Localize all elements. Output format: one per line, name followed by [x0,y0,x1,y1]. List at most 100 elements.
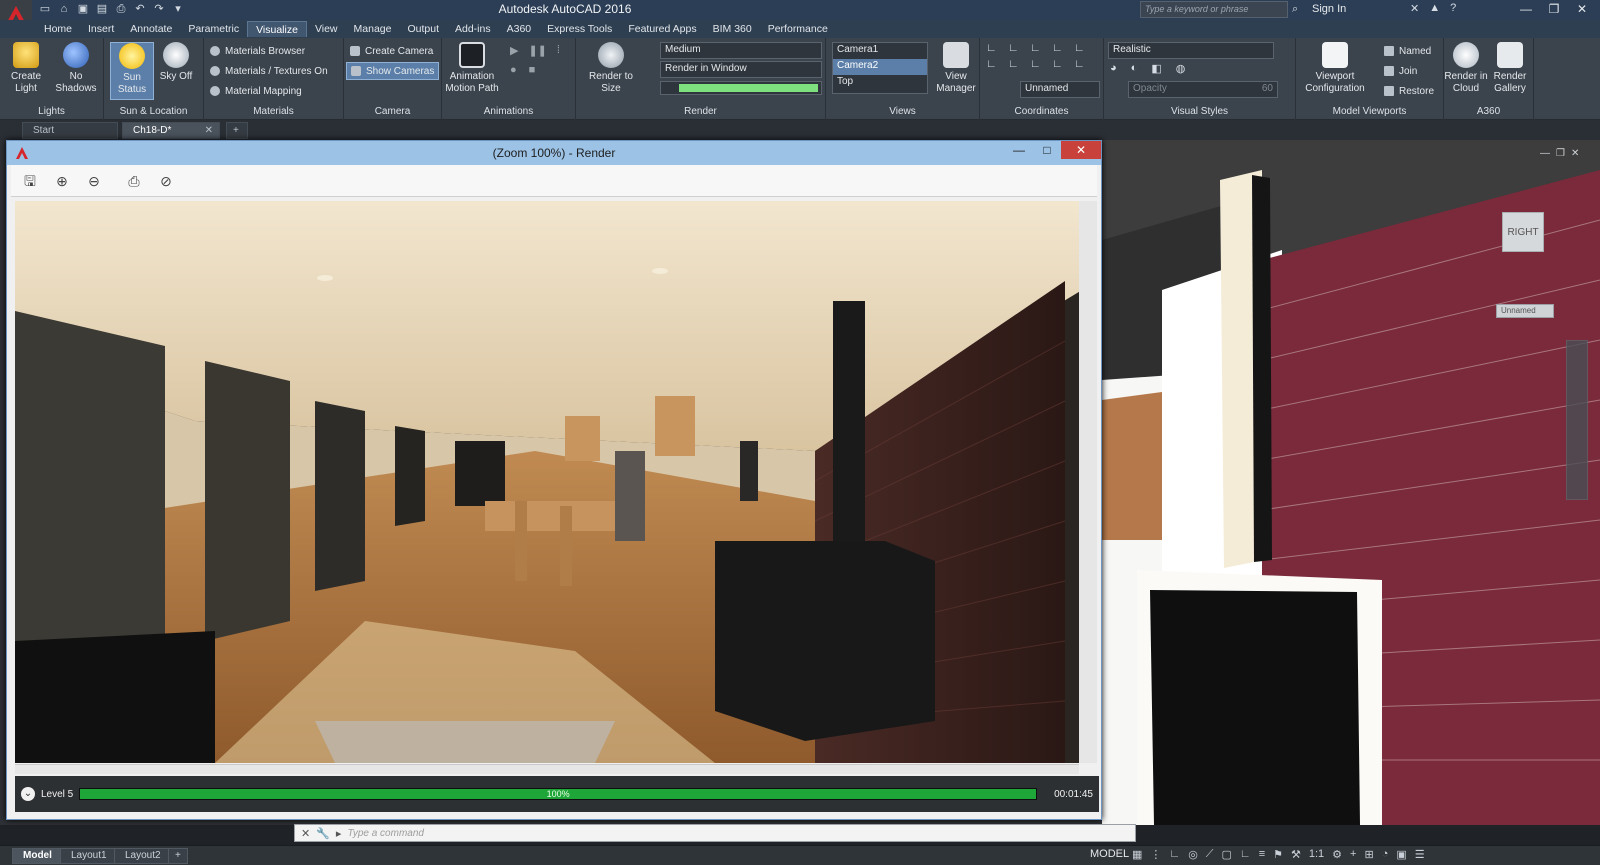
restore-icon[interactable]: ❐ [1540,0,1568,18]
exchange-icon[interactable]: ✕ [1410,2,1419,15]
units-icon[interactable]: ⊞ [1364,848,1373,861]
render-in-cloud-button[interactable]: Render in Cloud [1444,42,1488,95]
layout-tab-layout2[interactable]: Layout2 [114,848,172,864]
viewport-configuration-button[interactable]: Viewport Configuration [1300,42,1370,95]
close-tab-icon[interactable]: ✕ [205,125,213,136]
globe-icon[interactable]: ◍ [1176,62,1186,75]
create-light-button[interactable]: Create Light [4,42,48,95]
ucs-icon[interactable]: ∟ [1074,58,1092,70]
polar-icon[interactable]: ◎ [1188,848,1198,861]
sign-in-link[interactable]: Sign In [1312,3,1346,15]
visual-styles-panel-label[interactable]: Visual Styles [1104,106,1295,117]
ucs-select[interactable]: Unnamed [1020,81,1100,98]
visual-style-icon[interactable]: ◕ [1110,62,1117,75]
render-panel-label[interactable]: Render [576,106,825,117]
doc-tab-drawing[interactable]: Ch18-D* ✕ [122,122,220,139]
lights-panel-label[interactable]: Lights [0,106,103,117]
layout-tab-layout1[interactable]: Layout1 [60,848,118,864]
ucs-icon[interactable]: ∟ [986,58,1004,70]
edge-icon[interactable]: ◐ [1131,62,1138,75]
quick-properties-icon[interactable]: ◔ [1382,848,1389,861]
record-icon[interactable]: ● [510,64,517,76]
print-icon[interactable]: ⎙ [121,169,147,193]
customize-icon[interactable]: 🔧 [316,827,330,840]
a360-icon[interactable]: ▲ [1429,2,1440,15]
material-mapping-button[interactable]: Material Mapping [210,82,302,100]
add-layout-button[interactable]: + [168,848,188,864]
ribbon-tab-express-tools[interactable]: Express Tools [539,21,620,37]
customization-menu-icon[interactable]: ☰ [1415,848,1425,861]
ribbon-tab-insert[interactable]: Insert [80,21,122,37]
sun-status-button[interactable]: Sun Status [110,42,154,100]
ortho-icon[interactable]: ∟ [1169,848,1180,861]
clean-screen-icon[interactable]: ▣ [1396,848,1406,861]
render-destination-select[interactable]: Render in Window [660,61,822,78]
new-tab-button[interactable]: + [226,122,248,139]
render-quality-select[interactable]: Medium [660,42,822,59]
annotation-scale-value[interactable]: 1:1 [1309,848,1324,861]
zoom-in-icon[interactable]: ⊕ [49,169,75,193]
viewport-restore-icon[interactable]: ❐ [1556,148,1565,159]
render-gallery-button[interactable]: Render Gallery [1488,42,1532,95]
ucs-icon[interactable]: ∟ [1008,58,1026,70]
close-icon[interactable]: ✕ [1061,141,1101,159]
ucs-icon[interactable]: ∟ [1030,42,1048,54]
restore-viewports-button[interactable]: Restore [1384,82,1434,100]
join-viewports-button[interactable]: Join [1384,62,1417,80]
expand-details-icon[interactable]: ⌄ [21,787,35,801]
annotation-monitor-icon[interactable]: + [1350,848,1356,861]
save-icon[interactable]: 🖫 [17,169,43,193]
workspace-gear-icon[interactable]: ⚙ [1332,848,1342,861]
settings-icon[interactable]: ⁞ [557,44,560,57]
render-horizontal-scrollbar[interactable] [15,764,1079,774]
view-manager-button[interactable]: View Manager [934,42,978,95]
ribbon-tab-visualize[interactable]: Visualize [247,21,307,37]
viewport-close-icon[interactable]: ✕ [1571,148,1579,159]
show-cameras-button[interactable]: Show Cameras [346,62,440,80]
navigation-bar[interactable] [1566,340,1588,500]
views-list[interactable]: Camera1 Camera2 Top [832,42,928,94]
stop-icon[interactable]: ■ [529,64,536,76]
create-camera-button[interactable]: Create Camera [350,42,433,60]
ribbon-tab-add-ins[interactable]: Add-ins [447,21,499,37]
osnap-icon[interactable]: ▢ [1222,848,1232,861]
model-space-button[interactable]: MODEL [1090,848,1129,860]
pause-icon[interactable]: ❚❚ [528,44,546,57]
play-icon[interactable]: ▶ [510,44,518,57]
binoculars-icon[interactable]: ⌕ [1292,3,1298,16]
ribbon-tab-a360[interactable]: A360 [499,21,540,37]
grid-icon[interactable]: ▦ [1132,848,1142,861]
zoom-out-icon[interactable]: ⊖ [81,169,107,193]
ucs-icon[interactable]: ∟ [1074,42,1092,54]
ribbon-tab-home[interactable]: Home [36,21,80,37]
help-icon[interactable]: ? [1450,2,1456,15]
sky-off-button[interactable]: Sky Off [154,42,198,83]
ucs-icon[interactable]: ∟ [1030,58,1048,70]
command-input[interactable]: Type a command [347,828,424,839]
command-prompt-icon[interactable]: ▸ [336,827,342,840]
help-search-input[interactable]: Type a keyword or phrase [1140,1,1288,18]
ribbon-tab-view[interactable]: View [307,21,346,37]
visual-style-select[interactable]: Realistic [1108,42,1274,59]
ribbon-tab-manage[interactable]: Manage [346,21,400,37]
layout-tab-model[interactable]: Model [12,848,63,864]
command-line[interactable]: ✕ 🔧 ▸ Type a command [294,824,1136,842]
ribbon-tab-output[interactable]: Output [399,21,447,37]
ribbon-tab-bim-360[interactable]: BIM 360 [705,21,760,37]
ucs-dynamic-icon[interactable]: ∟ [1240,848,1251,861]
materials-panel-label[interactable]: Materials [204,106,343,117]
cancel-render-icon[interactable]: ⊘ [153,169,179,193]
ucs-icon[interactable]: ∟ [1052,58,1070,70]
annotation-scale-icon[interactable]: ⚒ [1291,848,1301,861]
lineweight-icon[interactable]: ≡ [1259,848,1265,861]
minimize-icon[interactable]: — [1005,141,1033,159]
close-icon[interactable]: ✕ [1568,0,1596,18]
viewport-minimize-icon[interactable]: — [1540,148,1550,159]
coordinates-panel-label[interactable]: Coordinates [980,106,1103,117]
viewcube[interactable]: RIGHT [1502,212,1544,252]
ucs-icon[interactable]: ∟ [1008,42,1026,54]
snap-icon[interactable]: ⋮ [1150,848,1161,861]
ucs-icon[interactable]: ∟ [1052,42,1070,54]
opacity-field[interactable]: Opacity 60 [1128,81,1278,98]
materials-textures-button[interactable]: Materials / Textures On [210,62,328,80]
